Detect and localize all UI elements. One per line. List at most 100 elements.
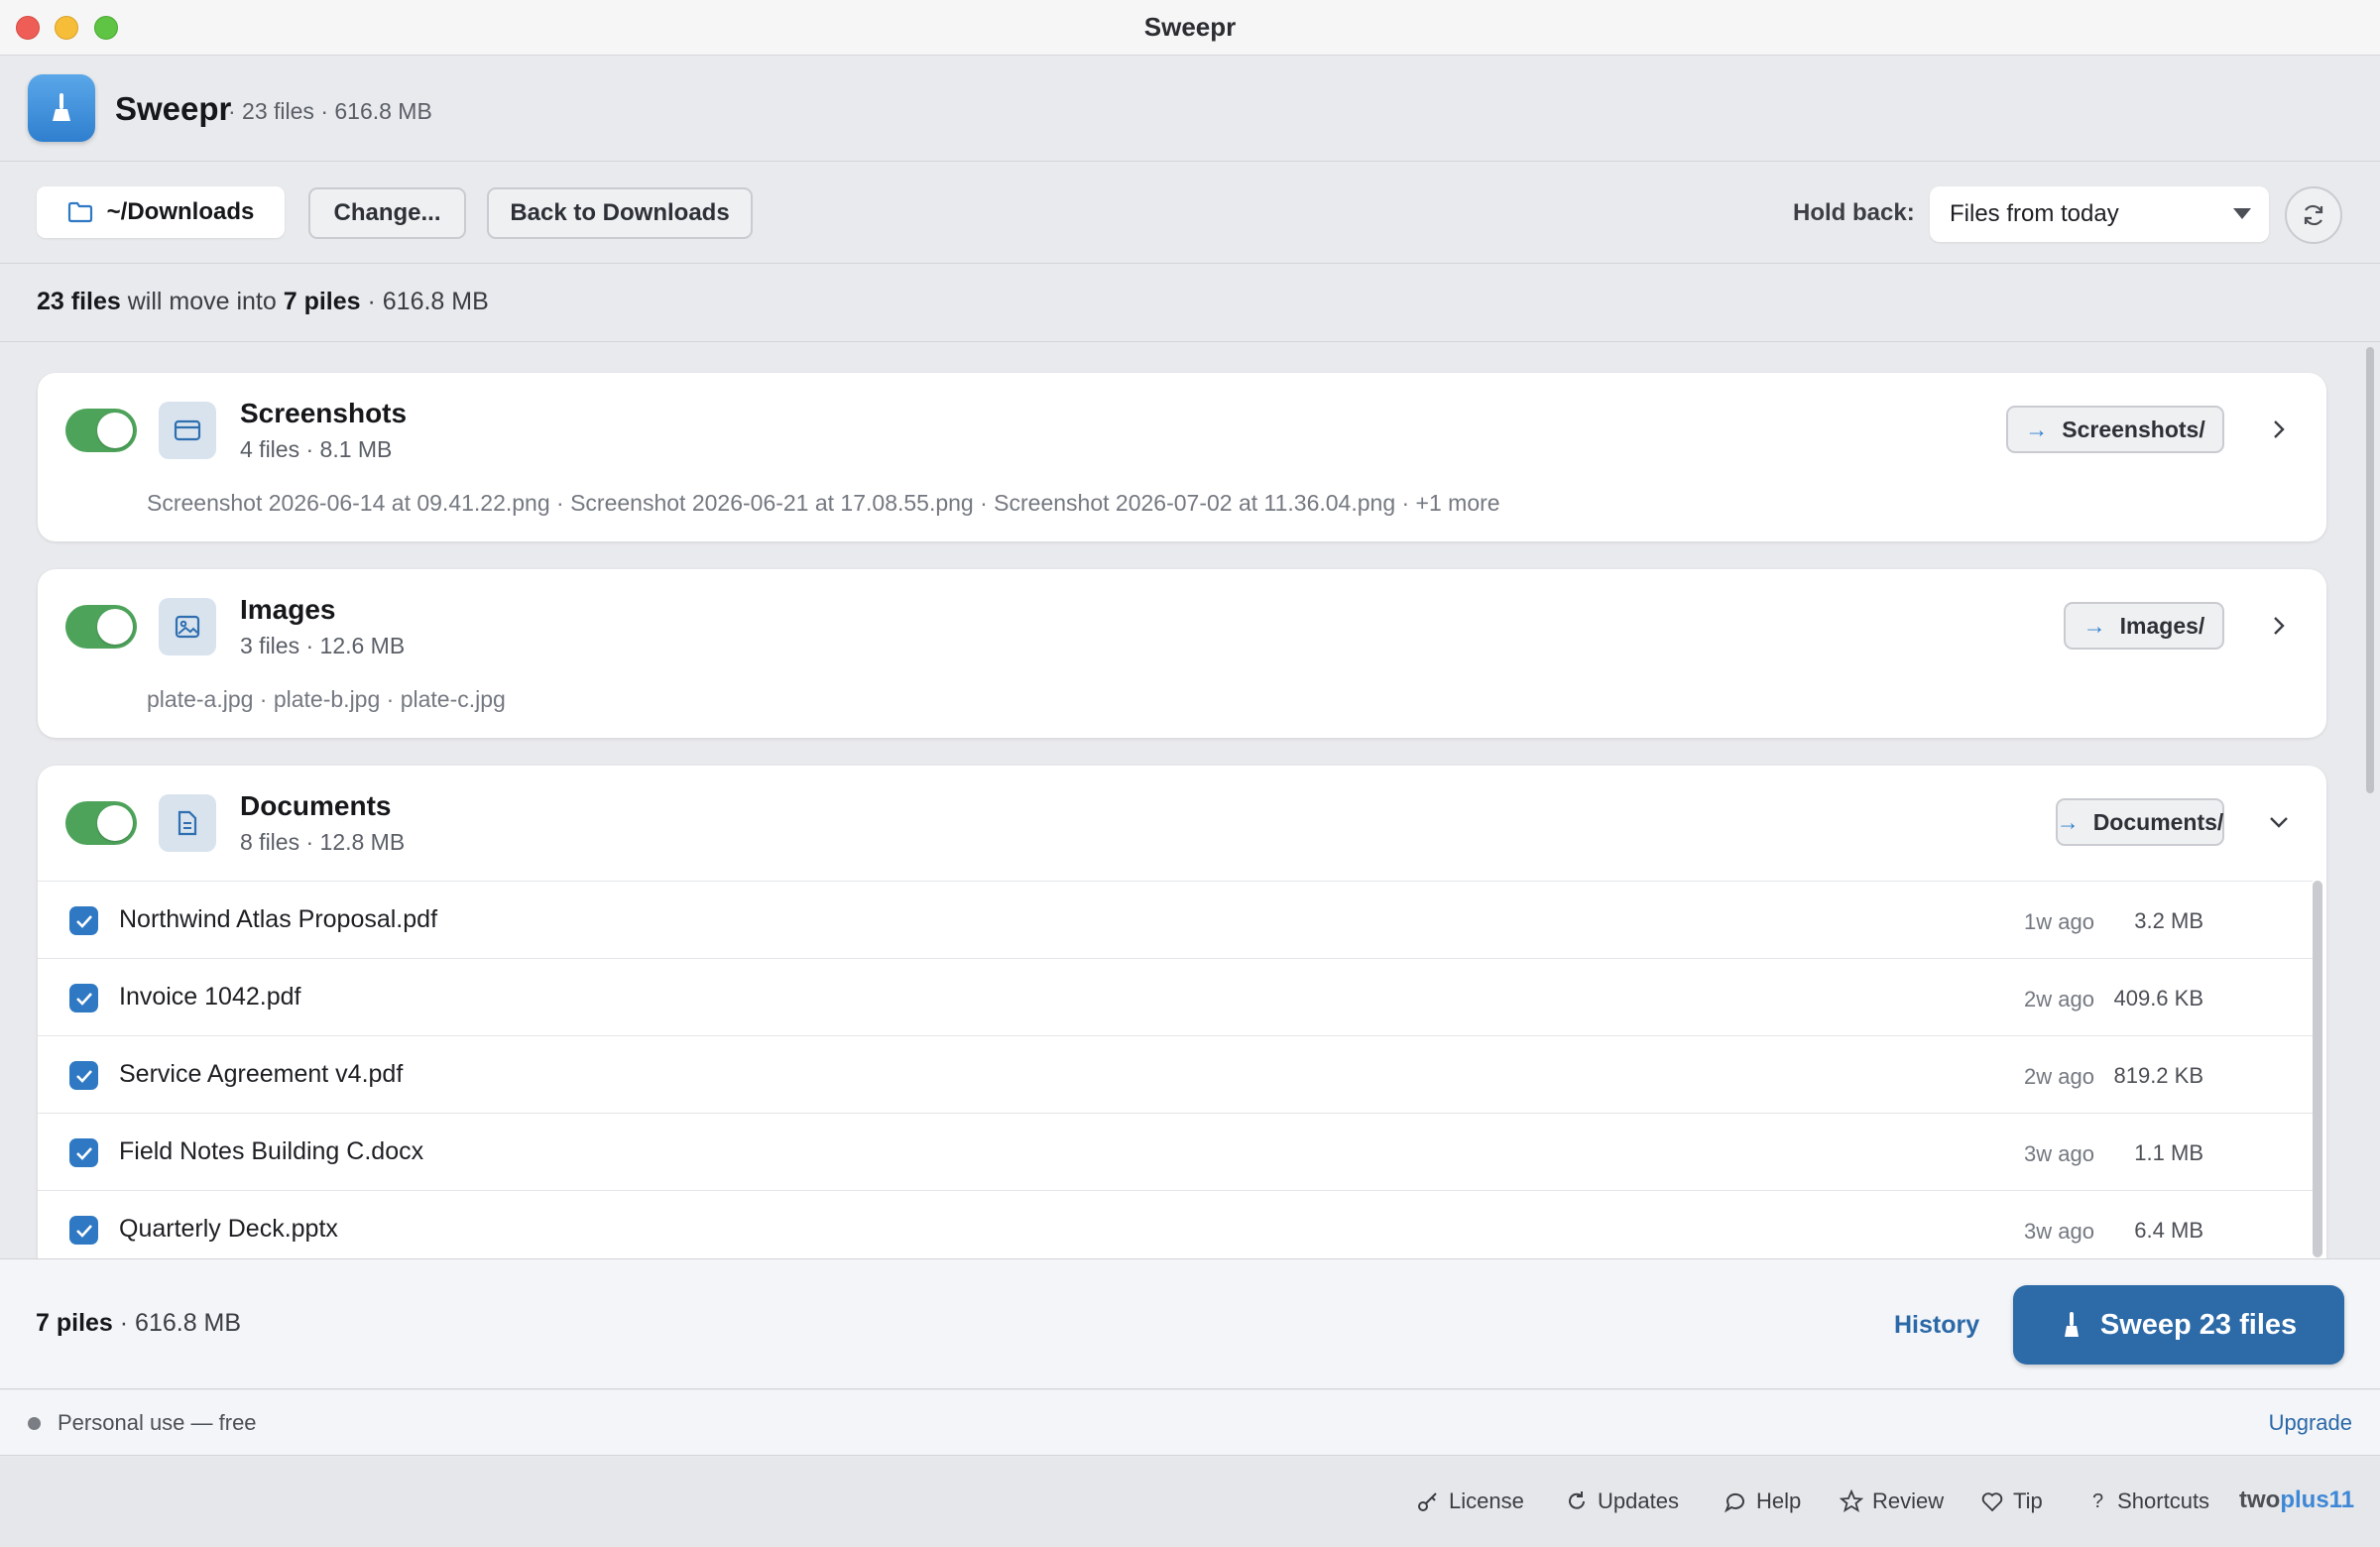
pile-card-images: Images 3 files · 12.6 MB → Images/ plate… — [38, 569, 2326, 738]
file-row[interactable]: Invoice 1042.pdf 2w ago 409.6 KB — [38, 958, 2313, 1035]
footer-link-label: Shortcuts — [2117, 1488, 2210, 1513]
pile-name: Documents — [240, 790, 392, 821]
footer: License Updates Help Review Tip ? Shortc… — [0, 1457, 2380, 1547]
license-bar: Personal use — free Upgrade — [0, 1390, 2380, 1456]
app-summary: · 23 files · 616.8 MB — [228, 98, 432, 124]
sweep-button-label: Sweep 23 files — [2099, 1308, 2298, 1341]
window-icon — [159, 402, 216, 459]
file-checkbox[interactable] — [69, 906, 98, 935]
footer-help-link[interactable]: Help — [1724, 1488, 1801, 1514]
chevron-down-icon — [2233, 208, 2251, 219]
toggle-knob — [97, 609, 133, 645]
action-bar: 7 piles · 616.8 MB History Sweep 23 file… — [0, 1258, 2380, 1389]
file-list-scrollbar[interactable] — [2313, 881, 2322, 1257]
pile-card-screenshots: Screenshots 4 files · 8.1 MB → Screensho… — [38, 373, 2326, 541]
refresh-icon — [1569, 1491, 1585, 1509]
file-size: 6.4 MB — [2134, 1218, 2203, 1243]
pile-toggle-screenshots[interactable] — [65, 409, 137, 452]
footer-link-label: Review — [1872, 1488, 1945, 1513]
history-link[interactable]: History — [1894, 1311, 1979, 1340]
pile-file-list: Northwind Atlas Proposal.pdf 1w ago 3.2 … — [38, 881, 2313, 1258]
piles-list[interactable]: Screenshots 4 files · 8.1 MB → Screensho… — [0, 342, 2380, 1258]
footer-link-label: License — [1449, 1488, 1524, 1513]
file-row[interactable]: Service Agreement v4.pdf 2w ago 819.2 KB — [38, 1035, 2313, 1113]
broom-icon — [28, 74, 95, 142]
file-age: 2w ago — [2024, 1064, 2094, 1089]
file-age: 1w ago — [2024, 909, 2094, 934]
footer-tip-link[interactable]: Tip — [1980, 1488, 2043, 1514]
checkmark-icon — [75, 1069, 92, 1083]
main-scrollbar[interactable] — [2366, 347, 2374, 793]
summary-files: 23 files — [37, 288, 121, 315]
file-name: Quarterly Deck.pptx — [119, 1215, 338, 1243]
file-size: 3.2 MB — [2134, 908, 2203, 933]
upgrade-link[interactable]: Upgrade — [2269, 1410, 2352, 1436]
pile-meta: 3 files · 12.6 MB — [240, 633, 406, 658]
refresh-button[interactable] — [2285, 186, 2342, 244]
pile-files-preview: Screenshot 2026-06-14 at 09.41.22.png · … — [147, 490, 1500, 516]
file-row[interactable]: Northwind Atlas Proposal.pdf 1w ago 3.2 … — [38, 881, 2313, 958]
toggle-knob — [97, 805, 133, 841]
footer-link-label: Tip — [2013, 1488, 2043, 1513]
image-icon — [159, 598, 216, 655]
folder-icon — [67, 201, 92, 223]
chevron-right-icon[interactable] — [2259, 410, 2299, 449]
pile-destination-label: Screenshots/ — [2062, 416, 2205, 442]
file-age: 3w ago — [2024, 1219, 2094, 1244]
pile-destination-button[interactable]: → Documents/ — [2056, 798, 2224, 846]
arrow-right-icon: → — [2025, 416, 2049, 442]
footer-updates-link[interactable]: Updates — [1565, 1488, 1679, 1514]
pile-destination-button[interactable]: → Images/ — [2064, 602, 2224, 650]
summary-size: · 616.8 MB — [360, 288, 489, 315]
hold-back-label: Hold back: — [1793, 199, 1915, 226]
arrow-right-icon: → — [2082, 612, 2106, 639]
toggle-knob — [97, 413, 133, 448]
change-folder-button[interactable]: Change... — [308, 187, 466, 239]
status-dot — [28, 1417, 41, 1430]
broom-icon — [2064, 1312, 2079, 1337]
pile-toggle-documents[interactable] — [65, 801, 137, 845]
pile-destination-label: Images/ — [2119, 612, 2205, 639]
file-name: Northwind Atlas Proposal.pdf — [119, 905, 438, 933]
toolbar: ~/Downloads Change... Back to Downloads … — [0, 163, 2380, 264]
hold-back-value: Files from today — [1950, 200, 2119, 227]
chevron-right-icon[interactable] — [2259, 606, 2299, 646]
pile-toggle-images[interactable] — [65, 605, 137, 649]
footer-review-link[interactable]: Review — [1840, 1488, 1944, 1514]
file-checkbox[interactable] — [69, 984, 98, 1012]
sweep-button[interactable]: Sweep 23 files — [2013, 1285, 2344, 1365]
file-row[interactable]: Field Notes Building C.docx 3w ago 1.1 M… — [38, 1113, 2313, 1190]
file-checkbox[interactable] — [69, 1061, 98, 1090]
question-icon: ? — [2092, 1489, 2104, 1512]
file-name: Field Notes Building C.docx — [119, 1137, 424, 1165]
file-row[interactable]: Quarterly Deck.pptx 3w ago 6.4 MB — [38, 1190, 2313, 1258]
app-name: Sweepr — [115, 90, 232, 127]
hold-back-select[interactable]: Files from today — [1930, 186, 2269, 242]
chevron-down-icon[interactable] — [2259, 802, 2299, 842]
footer-link-label: Updates — [1598, 1488, 1679, 1513]
pile-name: Screenshots — [240, 398, 408, 428]
pile-name: Images — [240, 594, 336, 625]
file-name: Invoice 1042.pdf — [119, 983, 301, 1011]
pile-destination-button[interactable]: → Screenshots/ — [2006, 406, 2224, 453]
window-title: Sweepr — [1143, 12, 1237, 42]
footer-license-link[interactable]: License — [1416, 1488, 1524, 1514]
brand-part-a: two — [2239, 1487, 2281, 1513]
file-checkbox[interactable] — [69, 1138, 98, 1167]
pile-meta: 8 files · 12.8 MB — [240, 829, 406, 855]
folder-path-button[interactable]: ~/Downloads — [37, 186, 285, 238]
document-icon — [159, 794, 216, 852]
file-size: 1.1 MB — [2134, 1140, 2203, 1165]
footer-shortcuts-link[interactable]: ? Shortcuts — [2088, 1488, 2209, 1514]
title-bar: Sweepr — [0, 0, 2380, 56]
file-checkbox[interactable] — [69, 1216, 98, 1245]
sweep-summary: 23 files will move into 7 piles · 616.8 … — [37, 288, 489, 316]
license-status: Personal use — free — [58, 1410, 257, 1435]
back-to-downloads-button[interactable]: Back to Downloads — [487, 187, 753, 239]
pile-files-preview: plate-a.jpg · plate-b.jpg · plate-c.jpg — [147, 686, 506, 712]
checkmark-icon — [75, 1146, 92, 1160]
app-window: Sweepr Sweepr · 23 files · 616.8 MB ~/Do… — [0, 0, 2380, 1547]
pile-meta: 4 files · 8.1 MB — [240, 436, 393, 462]
key-icon — [1418, 1492, 1437, 1511]
heart-icon — [1981, 1492, 2003, 1512]
